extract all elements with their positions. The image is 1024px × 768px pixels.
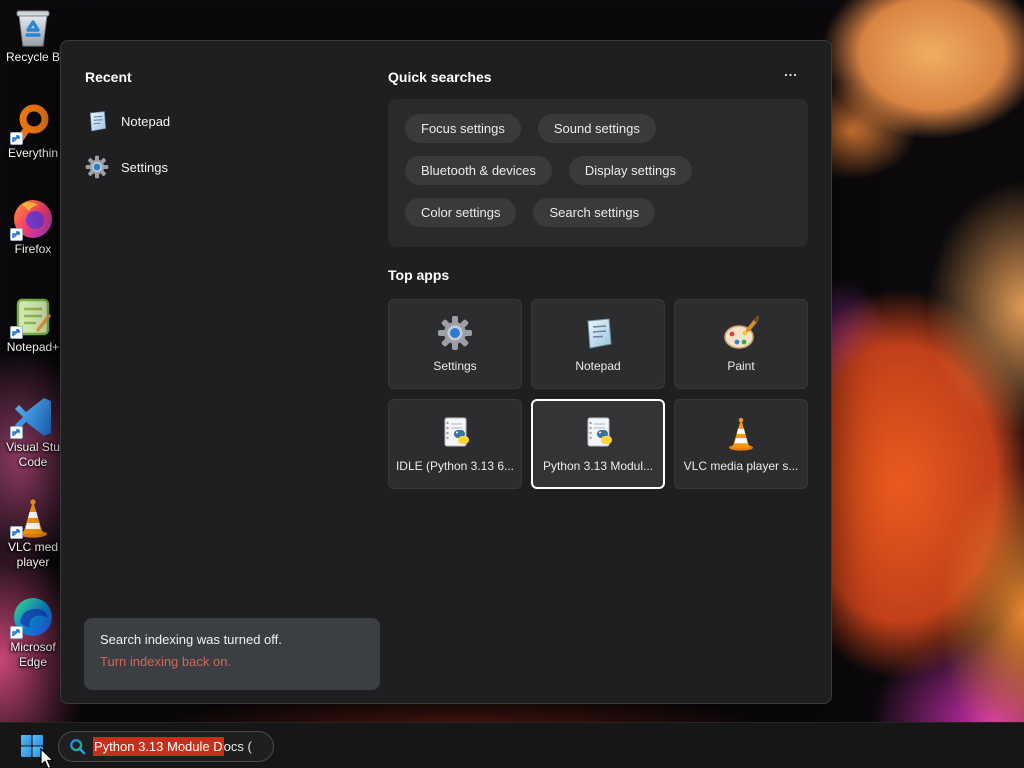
app-tile-paint[interactable]: Paint: [674, 299, 808, 389]
desktop-icon-label: VLC med: [7, 540, 59, 554]
desktop-icon-label: Edge: [18, 655, 48, 669]
app-tile-settings[interactable]: Settings: [388, 299, 522, 389]
app-tile-label: Python 3.13 Modul...: [542, 459, 654, 473]
shortcut-arrow-icon: [10, 426, 23, 439]
visual-studio-code-icon: [10, 396, 54, 439]
paint-icon: [723, 315, 760, 351]
desktop-icon-label: player: [16, 555, 50, 569]
turn-indexing-on-link[interactable]: Turn indexing back on.: [100, 654, 364, 669]
everything-search-icon: [10, 102, 54, 145]
vlc-cone-icon: [723, 415, 759, 451]
desktop-icon-label: Visual Stu: [6, 440, 60, 454]
desktop-icon-label: Notepad+: [6, 340, 60, 354]
quick-search-pill[interactable]: Bluetooth & devices: [405, 156, 552, 185]
quick-searches-title: Quick searches: [388, 69, 492, 85]
start-button[interactable]: [16, 731, 48, 761]
recent-section-title: Recent: [85, 69, 132, 85]
desktop-icon-label: Recycle B: [5, 50, 61, 64]
notepad-plus-plus-icon: [10, 296, 54, 339]
desktop-icon-vscode[interactable]: Visual Stu Code: [2, 396, 64, 470]
desktop-icon-firefox[interactable]: Firefox: [2, 198, 64, 257]
app-tile-idle-python[interactable]: IDLE (Python 3.13 6...: [388, 399, 522, 489]
quick-searches-card: Focus settings Sound settings Bluetooth …: [388, 99, 808, 247]
shortcut-arrow-icon: [10, 326, 23, 339]
quick-search-pill[interactable]: Sound settings: [537, 114, 656, 143]
shortcut-arrow-icon: [10, 626, 23, 639]
shortcut-arrow-icon: [10, 526, 23, 539]
desktop-icon-recycle-bin[interactable]: Recycle B: [2, 6, 64, 65]
desktop-icon-vlc[interactable]: VLC med player: [2, 496, 64, 570]
python-doc-icon: [580, 415, 616, 451]
app-tile-label: IDLE (Python 3.13 6...: [395, 459, 515, 473]
search-flyout-panel: Recent Notepad Settings Quick searches .…: [60, 40, 832, 704]
gear-icon: [85, 155, 109, 179]
quick-search-pill[interactable]: Search settings: [533, 198, 656, 227]
gear-icon: [437, 315, 473, 351]
desktop-icon-notepad-plus-plus[interactable]: Notepad+: [2, 296, 64, 355]
app-tile-label: Settings: [433, 359, 477, 373]
top-apps-title: Top apps: [388, 267, 450, 283]
quick-search-pill[interactable]: Focus settings: [405, 114, 521, 143]
quick-search-pill[interactable]: Display settings: [568, 156, 692, 185]
desktop-icon-edge[interactable]: Microsof Edge: [2, 596, 64, 670]
desktop-icon-label: Firefox: [14, 242, 52, 256]
desktop-icon-label: Microsof: [10, 640, 56, 654]
app-tile-label: Paint: [727, 359, 755, 373]
taskbar: Python 3.13 Module Docs (: [0, 722, 1024, 768]
recent-item-label: Settings: [121, 159, 168, 175]
desktop-icon-label: Code: [18, 455, 48, 469]
desktop-icon-everything[interactable]: Everythin: [2, 102, 64, 161]
app-tile-notepad[interactable]: Notepad: [531, 299, 665, 389]
notepad-icon: [580, 315, 616, 351]
shortcut-arrow-icon: [10, 228, 23, 241]
desktop-icon-label: Everythin: [7, 146, 59, 160]
search-query-text: Python 3.13 Module Docs (: [93, 737, 252, 756]
app-tile-python-module-docs[interactable]: Python 3.13 Modul...: [531, 399, 665, 489]
windows-logo-icon: [21, 735, 43, 757]
recycle-bin-icon: [12, 6, 54, 48]
app-tile-label: Notepad: [575, 359, 621, 373]
search-query-selected-text: Python 3.13 Module D: [93, 737, 224, 756]
search-query-rest-text: ocs (: [223, 739, 252, 754]
search-icon: [69, 738, 86, 755]
python-doc-icon: [437, 415, 473, 451]
vlc-cone-icon: [10, 496, 54, 539]
app-tile-vlc[interactable]: VLC media player s...: [674, 399, 808, 489]
firefox-icon: [10, 198, 54, 241]
quick-search-pill[interactable]: Color settings: [405, 198, 517, 227]
more-options-button[interactable]: ...: [777, 65, 805, 83]
recent-item-label: Notepad: [121, 113, 171, 129]
recent-item-settings[interactable]: Settings: [85, 147, 365, 187]
microsoft-edge-icon: [10, 596, 54, 639]
notepad-icon: [85, 109, 109, 133]
app-tile-label: VLC media player s...: [683, 459, 799, 473]
taskbar-search-input[interactable]: Python 3.13 Module Docs (: [58, 731, 274, 762]
recent-item-notepad[interactable]: Notepad: [85, 101, 365, 141]
indexing-notice-message: Search indexing was turned off.: [100, 632, 282, 647]
indexing-notice: Search indexing was turned off. Turn ind…: [84, 618, 380, 690]
shortcut-arrow-icon: [10, 132, 23, 145]
